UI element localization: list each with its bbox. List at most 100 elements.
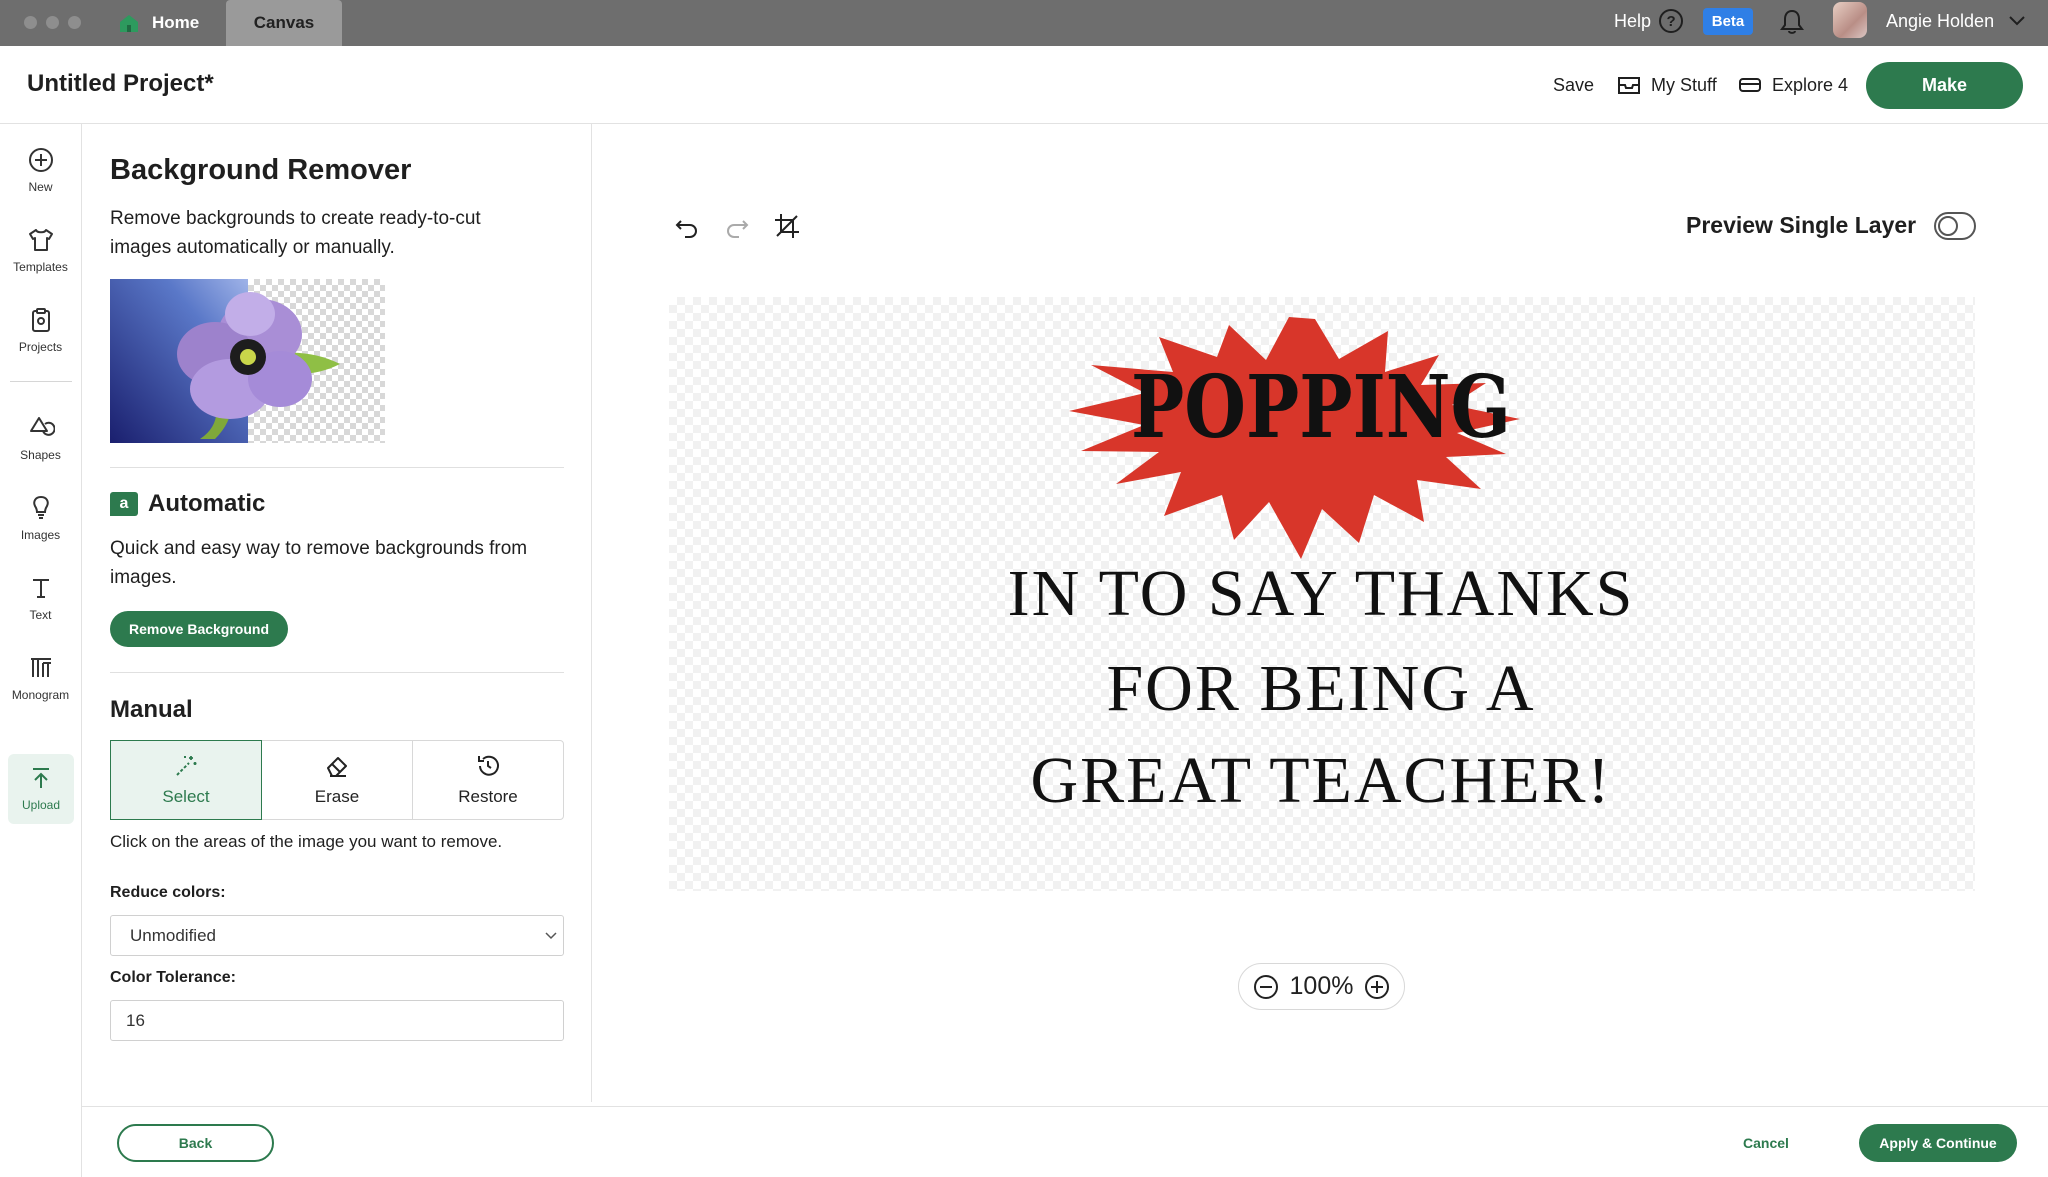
explore-button[interactable]: Explore 4 [1738,46,1848,124]
window-titlebar: Home Canvas Help ? Beta Angie Holden [0,0,2048,46]
preview-single-layer-label: Preview Single Layer [1686,212,1917,238]
rail-label-shapes: Shapes [20,448,61,462]
beta-badge: Beta [1703,8,1753,35]
close-window-icon[interactable] [24,16,37,29]
rail-label-projects: Projects [18,340,63,354]
user-name: Angie Holden [1886,10,1995,31]
undo-icon[interactable] [673,212,701,240]
automatic-badge-icon: a [110,492,138,516]
machine-icon [1739,78,1761,92]
make-button[interactable]: Make [1866,62,2023,109]
manual-heading: Manual [110,696,193,723]
line3-text: GREAT TEACHER! [1030,744,1611,817]
example-thumbnail [110,279,385,443]
plus-circle-icon [28,148,53,172]
image-artwork: POPPING IN TO SAY THANKS FOR BEING A GRE… [1008,317,1635,817]
upload-icon [33,768,49,788]
select-tool-button[interactable]: Select [110,740,262,820]
user-menu[interactable]: Angie Holden [1886,0,2026,42]
reduce-colors-select[interactable]: Unmodified [110,915,564,956]
headline-text: POPPING [1131,357,1511,458]
line1-text: IN TO SAY THANKS [1008,557,1635,630]
home-icon [120,15,138,32]
rail-item-text[interactable]: Text [0,574,81,622]
panel-title: Background Remover [110,154,412,186]
restore-tool-label: Restore [458,787,518,806]
manual-tool-group: Select Erase Restore [110,740,564,820]
apply-continue-button[interactable]: Apply & Continue [1859,1124,2017,1162]
erase-tool-button[interactable]: Erase [262,741,413,819]
zoom-out-icon[interactable] [1253,974,1279,1000]
text-icon [32,579,49,598]
redo-icon[interactable] [723,212,751,240]
reduce-colors-label: Reduce colors: [110,884,226,901]
zoom-level: 100% [1289,972,1354,1000]
magic-wand-icon [176,756,197,776]
footer-bar: Back Cancel Apply & Continue [82,1106,2048,1177]
rail-label-templates: Templates [13,260,68,274]
reduce-colors-value: Unmodified [130,925,216,945]
tab-home[interactable]: Home [118,0,226,46]
eraser-icon [327,757,347,777]
rail-item-templates[interactable]: Templates [0,226,81,274]
tab-home-label: Home [152,13,200,32]
save-label: Save [1553,74,1595,95]
toggle-knob [1938,216,1958,236]
minimize-window-icon[interactable] [46,16,59,29]
preview-single-layer-toggle[interactable] [1934,212,1976,240]
tab-canvas-label: Canvas [253,13,315,32]
rail-item-new[interactable]: New [0,146,81,194]
avatar[interactable] [1833,2,1867,38]
chevron-down-icon [545,932,557,940]
chevron-down-icon [2009,16,2025,26]
rail-label-new: New [28,180,53,194]
lightbulb-icon [32,495,49,519]
restore-tool-button[interactable]: Restore [413,741,563,819]
remove-background-button[interactable]: Remove Background [110,611,288,647]
rail-item-upload[interactable]: Upload [8,754,74,824]
tab-canvas[interactable]: Canvas [226,0,342,46]
rail-item-images[interactable]: Images [0,494,81,542]
select-tool-label: Select [162,787,210,806]
help-button[interactable]: Help ? [1614,0,1684,42]
monogram-icon [30,658,51,677]
question-icon: ? [1659,9,1684,33]
restore-history-icon [478,755,499,776]
color-tolerance-input[interactable]: 16 [110,1000,564,1041]
my-stuff-button[interactable]: My Stuff [1617,46,1717,124]
cancel-button[interactable]: Cancel [1743,1124,1789,1162]
line2-text: FOR BEING A [1106,652,1535,725]
zoom-window-icon[interactable] [68,16,81,29]
color-tolerance-label: Color Tolerance: [110,969,236,986]
section-divider [110,467,564,468]
manual-hint: Click on the areas of the image you want… [110,832,503,851]
rail-divider [10,381,72,382]
app-header: Untitled Project* Save My Stuff Explore … [0,46,2048,124]
rail-label-images: Images [20,528,61,542]
automatic-heading: a Automatic [110,490,265,518]
shapes-icon [29,417,55,436]
my-stuff-label: My Stuff [1651,74,1717,95]
erase-tool-label: Erase [314,787,360,806]
zoom-in-icon[interactable] [1364,974,1390,1000]
rail-label-text: Text [29,608,52,622]
crop-icon[interactable] [773,212,801,240]
panel-description: Remove backgrounds to create ready-to-cu… [110,208,481,258]
bell-icon[interactable] [1779,8,1805,36]
section-divider [110,672,564,673]
rail-item-shapes[interactable]: Shapes [0,414,81,462]
help-label: Help [1614,10,1652,31]
automatic-heading-label: Automatic [148,490,266,517]
rail-item-monogram[interactable]: Monogram [0,654,81,702]
zoom-control: 100% [1238,963,1405,1010]
automatic-description: Quick and easy way to remove backgrounds… [110,538,528,588]
save-button[interactable]: Save [1553,46,1594,124]
back-button[interactable]: Back [117,1124,274,1162]
color-tolerance-value: 16 [126,1010,145,1030]
background-remover-panel: Background Remover Remove backgrounds to… [82,124,592,1102]
left-rail: New Templates Projects Shapes Images Tex… [0,124,82,1177]
rail-item-projects[interactable]: Projects [0,306,81,354]
clipboard-icon [31,308,50,332]
canvas-image[interactable]: POPPING IN TO SAY THANKS FOR BEING A GRE… [669,297,1975,891]
project-title[interactable]: Untitled Project* [27,70,214,98]
